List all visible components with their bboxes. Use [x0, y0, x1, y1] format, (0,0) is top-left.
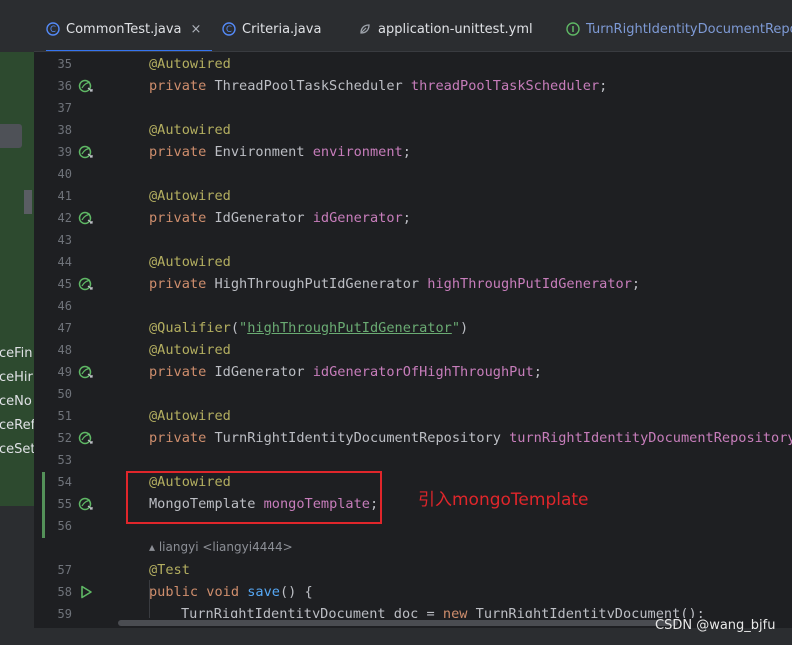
tab-label: TurnRightIdentityDocumentRepo: [586, 22, 792, 37]
spring-bean-icon[interactable]: [78, 78, 94, 94]
java-class-icon: C: [46, 22, 60, 36]
java-class-icon: C: [222, 22, 236, 36]
sidebar-highlight-area: [0, 52, 34, 506]
code-line: public void save() {: [149, 584, 313, 600]
line-number: 44: [57, 255, 72, 269]
sidebar-selected-item[interactable]: [0, 124, 22, 148]
code-editor[interactable]: @Autowired private ThreadPoolTaskSchedul…: [118, 52, 792, 618]
vcs-change-marker[interactable]: [42, 472, 45, 538]
line-number: 46: [57, 299, 72, 313]
line-number: 41: [57, 189, 72, 203]
line-number: 52: [57, 431, 72, 445]
indent-guide: [149, 580, 150, 620]
tab-label: CommonTest.java: [66, 22, 182, 37]
spring-bean-icon[interactable]: [78, 210, 94, 226]
code-author-hint[interactable]: ▴ liangyi <liangyi4444>: [149, 540, 293, 554]
code-line: @Test: [149, 562, 190, 578]
sidebar-item[interactable]: ceSet: [0, 439, 34, 461]
interface-icon: [566, 22, 580, 36]
line-number: 39: [57, 145, 72, 159]
code-line: private IdGenerator idGenerator;: [149, 210, 411, 226]
spring-bean-icon[interactable]: [78, 364, 94, 380]
scrollbar-thumb[interactable]: [118, 620, 678, 626]
code-line: @Autowired: [149, 188, 231, 204]
line-number: 47: [57, 321, 72, 335]
sidebar-item[interactable]: ceRef: [0, 415, 34, 437]
line-number: 40: [57, 167, 72, 181]
tab-label: application-unittest.yml: [378, 22, 533, 37]
code-line: @Qualifier("highThroughPutIdGenerator"): [149, 320, 469, 336]
editor-gutter: 35 36 37 38 39 40 41 42 43 44 45 46 47 4…: [34, 52, 118, 624]
code-line: @Autowired: [149, 122, 231, 138]
spring-bean-icon[interactable]: [78, 144, 94, 160]
sidebar-item[interactable]: ceNo: [0, 391, 34, 413]
code-line: private ThreadPoolTaskScheduler threadPo…: [149, 78, 608, 94]
yaml-config-icon: [358, 22, 372, 36]
editor-tab-bar: C CommonTest.java × C Criteria.java appl…: [34, 0, 792, 52]
highlight-box: [126, 471, 382, 524]
code-line: @Autowired: [149, 342, 231, 358]
project-panel-edge: ceFin ceHir ceNo ceRef ceSet: [0, 0, 34, 645]
svg-text:C: C: [50, 25, 56, 35]
line-number: 35: [57, 57, 72, 71]
line-number: 55: [57, 497, 72, 511]
tab-criteria[interactable]: C Criteria.java: [222, 10, 322, 51]
sidebar-bottom: [0, 506, 34, 645]
line-number: 53: [57, 453, 72, 467]
line-number: 45: [57, 277, 72, 291]
line-number: 54: [57, 475, 72, 489]
spring-bean-icon[interactable]: [78, 430, 94, 446]
line-number: 59: [57, 607, 72, 621]
code-line: TurnRightIdentityDocument doc = new Turn…: [181, 606, 705, 618]
line-number: 42: [57, 211, 72, 225]
tab-application-unittest[interactable]: application-unittest.yml: [358, 10, 533, 51]
sidebar-item[interactable]: ceFin: [0, 343, 34, 365]
code-line: private HighThroughPutIdGenerator highTh…: [149, 276, 641, 292]
line-number: 43: [57, 233, 72, 247]
sidebar-item[interactable]: ceHir: [0, 367, 34, 389]
spring-bean-icon[interactable]: [78, 496, 94, 512]
svg-text:C: C: [226, 25, 232, 35]
tab-label: Criteria.java: [242, 22, 322, 37]
line-number: 38: [57, 123, 72, 137]
code-line: @Autowired: [149, 56, 231, 72]
line-number: 37: [57, 101, 72, 115]
sidebar-scrollbar[interactable]: [24, 190, 32, 214]
line-number: 56: [57, 519, 72, 533]
line-number: 50: [57, 387, 72, 401]
watermark: CSDN @wang_bjfu: [655, 618, 776, 633]
line-number: 51: [57, 409, 72, 423]
line-number: 36: [57, 79, 72, 93]
line-number: 49: [57, 365, 72, 379]
sidebar-top: [0, 0, 34, 52]
code-line: @Autowired: [149, 254, 231, 270]
line-number: 48: [57, 343, 72, 357]
code-line: @Autowired: [149, 408, 231, 424]
user-icon: ▴: [149, 540, 159, 554]
code-line: private TurnRightIdentityDocumentReposit…: [149, 430, 792, 446]
close-icon[interactable]: ×: [191, 22, 202, 37]
run-test-icon[interactable]: [78, 584, 94, 600]
line-number: 57: [57, 563, 72, 577]
code-line: private IdGenerator idGeneratorOfHighThr…: [149, 364, 542, 380]
tab-turn-right-repo[interactable]: TurnRightIdentityDocumentRepo: [566, 10, 792, 51]
tab-common-test[interactable]: C CommonTest.java ×: [46, 10, 212, 51]
code-line: private Environment environment;: [149, 144, 411, 160]
line-number: 58: [57, 585, 72, 599]
spring-bean-icon[interactable]: [78, 276, 94, 292]
annotation-note: 引入mongoTemplate: [418, 490, 589, 510]
